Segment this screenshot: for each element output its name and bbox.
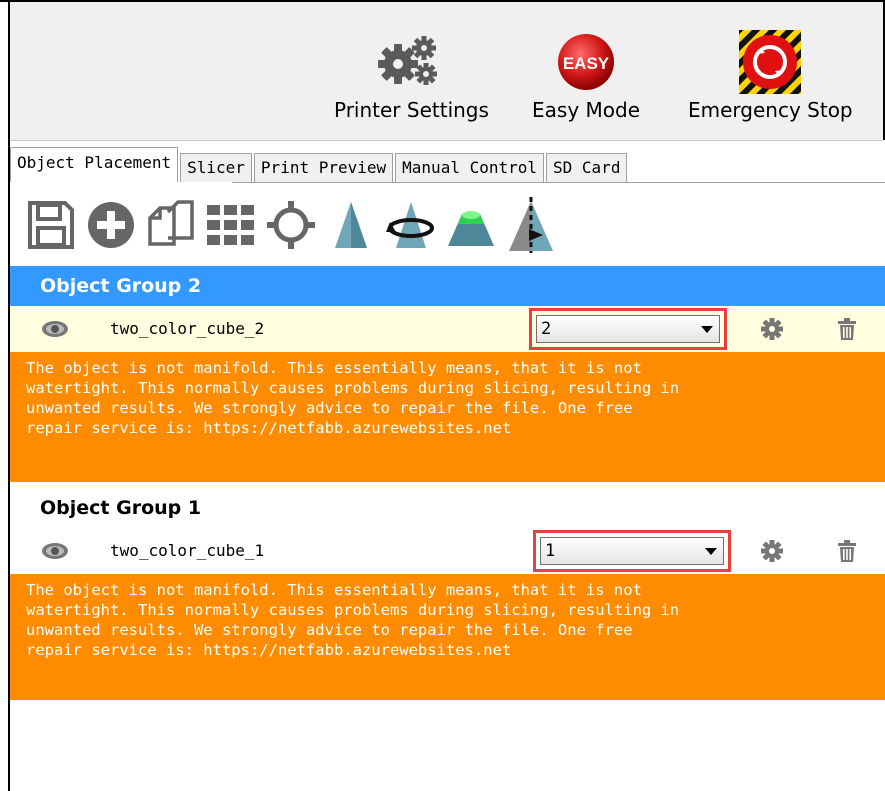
add-icon[interactable] (82, 194, 140, 256)
extruder-select-value: 1 (545, 541, 556, 561)
extruder-select-highlight: 2 (529, 308, 727, 350)
extruder-select-highlight: 1 (533, 530, 731, 572)
object-row-two-color-cube-2[interactable]: two_color_cube_2 2 (10, 306, 885, 352)
drop-to-bed-icon[interactable] (442, 194, 500, 256)
object-toolbar (22, 192, 562, 258)
object-name: two_color_cube_2 (110, 319, 265, 338)
tab-bar: Object Placement Slicer Print Preview Ma… (10, 147, 629, 182)
save-icon[interactable] (22, 194, 80, 256)
tab-slicer[interactable]: Slicer (180, 153, 252, 182)
not-manifold-warning: The object is not manifold. This essenti… (10, 352, 885, 482)
chevron-down-icon (705, 548, 717, 555)
object-settings-gear-icon[interactable] (761, 318, 783, 340)
extruder-select[interactable]: 1 (540, 537, 724, 565)
extruder-select-value: 2 (541, 319, 552, 339)
object-group-1-header[interactable]: Object Group 1 (10, 488, 885, 528)
not-manifold-warning: The object is not manifold. This essenti… (10, 574, 885, 700)
easy-mode-icon: EASY (532, 30, 640, 94)
emergency-stop-label: Emergency Stop (688, 98, 853, 122)
tab-print-preview[interactable]: Print Preview (253, 153, 394, 182)
object-group-1-title: Object Group 1 (40, 497, 202, 519)
printer-settings-label: Printer Settings (334, 98, 489, 122)
easy-mode-label: Easy Mode (532, 98, 640, 122)
tab-sd-card[interactable]: SD Card (546, 153, 628, 182)
easy-mode-button[interactable]: EASY Easy Mode (532, 30, 640, 122)
tab-bar-baseline (232, 182, 885, 183)
trash-icon[interactable] (837, 317, 857, 341)
chevron-down-icon (701, 326, 713, 333)
easy-badge-text: EASY (563, 54, 610, 73)
extruder-select[interactable]: 2 (536, 315, 720, 343)
emergency-stop-icon (688, 30, 853, 94)
mirror-icon[interactable] (502, 194, 560, 256)
object-group-2-header[interactable]: Object Group 2 (10, 266, 885, 306)
header-toolbar: Printer Settings EASY Easy Mode Emergenc… (10, 2, 883, 141)
autoposition-grid-icon[interactable] (202, 194, 260, 256)
tab-object-placement[interactable]: Object Placement (10, 147, 179, 182)
scale-icon[interactable] (322, 194, 380, 256)
gears-icon (334, 30, 489, 94)
emergency-stop-button[interactable]: Emergency Stop (688, 30, 853, 122)
copy-icon[interactable] (142, 194, 200, 256)
object-settings-gear-icon[interactable] (761, 540, 783, 562)
printer-settings-button[interactable]: Printer Settings (334, 30, 489, 122)
center-object-icon[interactable] (262, 194, 320, 256)
tab-manual-control[interactable]: Manual Control (395, 153, 545, 182)
eye-visibility-icon[interactable] (40, 319, 70, 339)
object-name: two_color_cube_1 (110, 541, 265, 560)
rotate-icon[interactable] (382, 194, 440, 256)
eye-visibility-icon[interactable] (40, 541, 70, 561)
object-group-2-title: Object Group 2 (40, 275, 202, 297)
trash-icon[interactable] (837, 539, 857, 563)
object-row-two-color-cube-1[interactable]: two_color_cube_1 1 (10, 528, 885, 574)
